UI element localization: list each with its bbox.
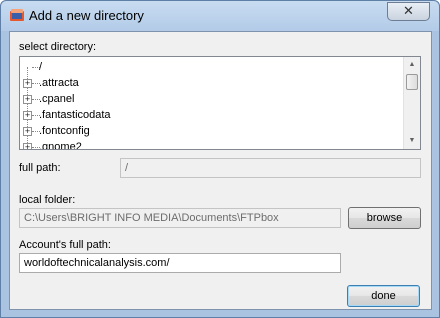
account-path-label: Account's full path: <box>19 239 111 251</box>
tree-item-label: .fantasticodata <box>39 109 111 121</box>
tree-item-label: / <box>39 61 43 73</box>
title-bar[interactable]: Add a new directory ✕ <box>1 1 439 31</box>
tree-item-label: .attracta <box>39 77 79 89</box>
full-path-label: full path: <box>19 162 61 174</box>
browse-button[interactable]: browse <box>348 207 421 229</box>
tree-item-label: .fontconfig <box>39 125 90 137</box>
directory-tree[interactable]: / + .attracta + .cpanel + .fantasticodata + .fon… <box>19 56 421 150</box>
expand-plus-icon[interactable]: + <box>23 111 32 120</box>
done-button[interactable]: done <box>347 285 420 307</box>
account-path-input[interactable]: worldoftechnicalanalysis.com/ <box>19 253 341 273</box>
select-directory-label: select directory: <box>19 41 97 53</box>
tree-item-label: .gnome2 <box>39 141 82 150</box>
app-icon <box>10 9 24 21</box>
close-button[interactable]: ✕ <box>387 2 430 21</box>
scroll-thumb[interactable] <box>406 74 418 90</box>
scroll-up-arrow-icon[interactable]: ▲ <box>404 57 420 73</box>
full-path-field: / <box>120 158 421 178</box>
close-icon: ✕ <box>403 3 414 18</box>
expand-plus-icon[interactable]: + <box>23 79 32 88</box>
local-folder-field: C:\Users\BRIGHT INFO MEDIA\Documents\FTP… <box>19 208 341 228</box>
expand-plus-icon[interactable]: + <box>23 127 32 136</box>
local-folder-label: local folder: <box>19 194 76 206</box>
window-title: Add a new directory <box>29 8 144 23</box>
tree-scrollbar[interactable]: ▲ ▼ <box>403 57 420 149</box>
tree-item-label: .cpanel <box>39 93 75 105</box>
dialog-body: select directory: / + .attracta + .cpanel + .f… <box>9 31 432 310</box>
scroll-down-arrow-icon[interactable]: ▼ <box>404 133 420 149</box>
expand-plus-icon[interactable]: + <box>23 95 32 104</box>
dialog-window: Add a new directory ✕ select directory: … <box>0 0 440 318</box>
expand-plus-icon[interactable]: + <box>23 143 32 149</box>
